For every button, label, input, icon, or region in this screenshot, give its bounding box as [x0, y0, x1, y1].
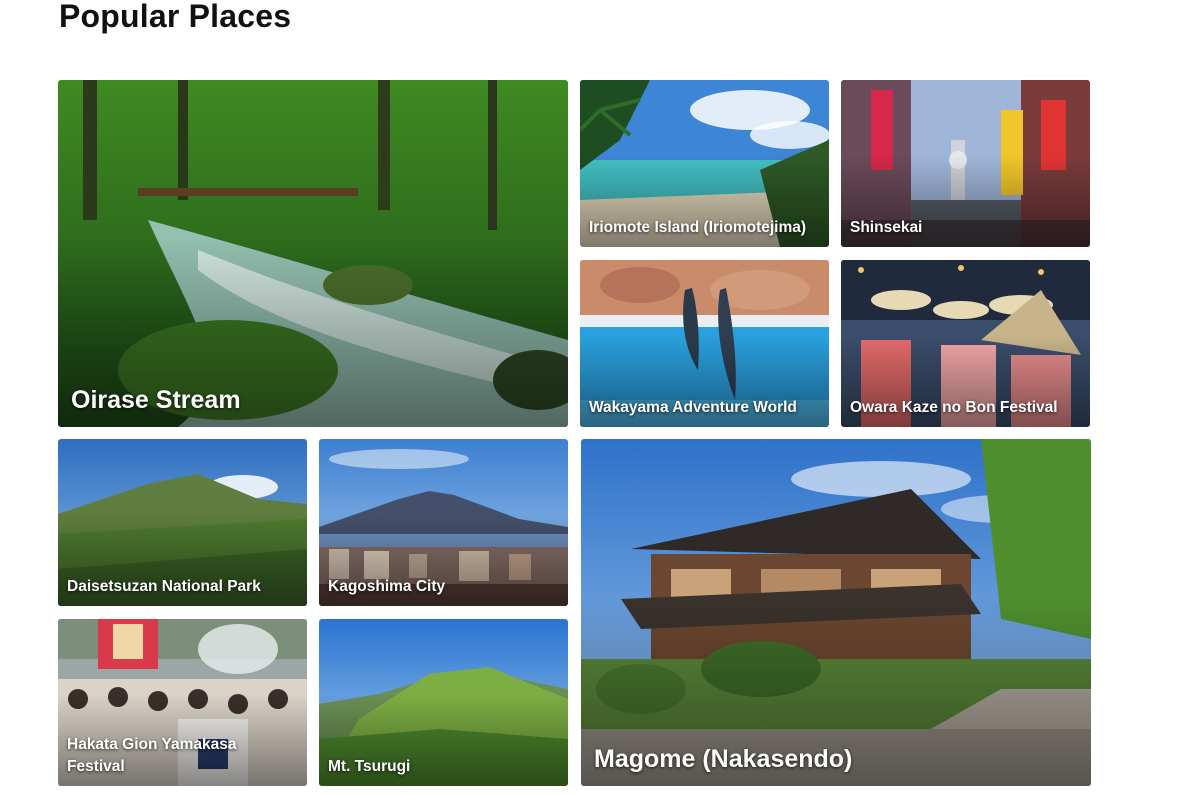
place-card-shinsekai[interactable]: Shinsekai — [841, 80, 1090, 247]
section-title: Popular Places — [59, 0, 292, 34]
place-name: Oirase Stream — [71, 386, 241, 414]
card-gradient-overlay — [581, 439, 1091, 786]
place-name: Owara Kaze no Bon Festival — [850, 399, 1058, 416]
place-card-mt-tsurugi[interactable]: Mt. Tsurugi — [319, 619, 568, 786]
place-name: Magome (Nakasendo) — [594, 745, 853, 773]
popular-places-page: Popular Places Oirase Stream Iriomote Is… — [0, 0, 1177, 795]
place-card-owara-kaze-no-bon-festival[interactable]: Owara Kaze no Bon Festival — [841, 260, 1090, 427]
place-name: Kagoshima City — [328, 578, 446, 595]
place-name: Hakata Gion Yamakasa Festival — [67, 736, 237, 775]
card-gradient-overlay — [58, 80, 568, 427]
place-card-daisetsuzan-national-park[interactable]: Daisetsuzan National Park — [58, 439, 307, 606]
place-card-magome-nakasendo[interactable]: Magome (Nakasendo) — [581, 439, 1091, 786]
place-name: Daisetsuzan National Park — [67, 578, 261, 595]
place-card-wakayama-adventure-world[interactable]: Wakayama Adventure World — [580, 260, 829, 427]
place-card-kagoshima-city[interactable]: Kagoshima City — [319, 439, 568, 606]
place-name: Mt. Tsurugi — [328, 758, 411, 775]
place-card-hakata-gion-yamakasa-festival[interactable]: Hakata Gion Yamakasa Festival — [58, 619, 307, 786]
place-name: Iriomote Island (Iriomotejima) — [589, 219, 807, 236]
place-name: Shinsekai — [850, 219, 923, 236]
place-card-oirase-stream[interactable]: Oirase Stream — [58, 80, 568, 427]
place-name: Wakayama Adventure World — [589, 399, 797, 416]
place-card-iriomote-island[interactable]: Iriomote Island (Iriomotejima) — [580, 80, 829, 247]
